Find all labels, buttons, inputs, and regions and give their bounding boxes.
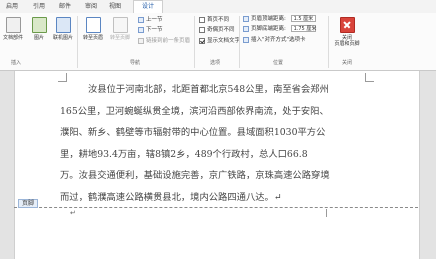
tab-references[interactable]: 引用: [33, 1, 45, 12]
tab-view[interactable]: 视图: [109, 1, 121, 12]
checkbox-checked-icon: [199, 37, 205, 44]
goto-header-button[interactable]: 转至页眉: [80, 17, 106, 41]
goto-footer-button[interactable]: 转至页脚: [107, 17, 133, 41]
header-distance-icon: [243, 15, 249, 22]
footer-distance-icon: [243, 25, 249, 32]
previous-icon: [138, 16, 144, 23]
online-picture-icon: [55, 17, 71, 33]
next-section-button[interactable]: 下一节: [138, 26, 163, 34]
alignment-tab-icon: [243, 36, 249, 43]
online-picture-button[interactable]: 联机图片: [52, 17, 74, 41]
header-top-distance: 页眉顶端距离: 1.5 厘米: [243, 15, 316, 23]
word-window: 启用 引用 邮件 审阅 视图 设计 文档部件 图片 联机图片 插入 转至页眉 转…: [0, 0, 436, 259]
previous-section-button[interactable]: 上一节: [138, 16, 163, 24]
close-header-footer-button[interactable]: 关闭 页眉和页脚: [332, 17, 362, 47]
group-label-options: 选项: [209, 60, 220, 66]
group-label-navigation: 导航: [129, 60, 140, 66]
group-divider: [194, 16, 195, 68]
group-divider: [239, 16, 240, 68]
body-line: 万。汝县交通便利，基础设施完善，京广铁路，京珠高速公路穿境: [60, 170, 330, 181]
footer-bottom-distance-input[interactable]: 1.75 厘米: [290, 25, 316, 32]
group-label-position: 位置: [272, 60, 283, 66]
tab-review[interactable]: 审阅: [85, 1, 97, 12]
tab-start[interactable]: 启用: [6, 1, 18, 12]
margin-corner-mark: [326, 209, 333, 217]
checkbox-icon: [199, 26, 205, 33]
header-top-distance-input[interactable]: 1.5 厘米: [290, 15, 316, 22]
group-divider: [77, 16, 78, 68]
footer-paragraph-mark[interactable]: ↵: [70, 209, 76, 217]
body-line: 濮阳、新乡、鹤壁等市辐射带的中心位置。县域面积1030平方公: [60, 127, 326, 138]
footer-boundary: [14, 207, 418, 208]
link-icon: [138, 37, 144, 44]
group-label-insert: 插入: [10, 60, 21, 66]
footer-label: 页脚: [18, 199, 39, 208]
body-line: 165公里，卫河蜿蜒纵贯全境，滨河沿西部依界南流，处于安阳、: [60, 105, 329, 117]
body-line: 汝县位于河南北部，北距首都北京548公里，南至省会郑州: [88, 84, 329, 95]
header-page-icon: [85, 17, 101, 33]
group-label-close: 关闭: [341, 60, 352, 66]
body-line: 而过，鹤濮高速公路横贯县北，境内公路四通八达。↵: [60, 191, 282, 203]
ribbon-tab-bar: 启用 引用 邮件 审阅 视图 设计: [0, 0, 436, 14]
link-to-previous-button[interactable]: 链接到前一条页眉: [138, 37, 190, 45]
body-paragraph[interactable]: 汝县位于河南北部，北距首都北京548公里，南至省会郑州 165公里，卫河蜿蜒纵贯…: [60, 79, 360, 208]
insert-alignment-tab-button[interactable]: 插入"对齐方式"选项卡: [243, 36, 306, 44]
margin-corner-mark: [365, 73, 374, 82]
picture-icon: [31, 17, 47, 33]
ribbon: 文档部件 图片 联机图片 插入 转至页眉 转至页脚 上一节 下一节 链接到前一条…: [0, 13, 436, 71]
close-icon: [339, 17, 355, 33]
body-line: 里，耕地93.4万亩，辖8镇2乡，489个行政村，总人口66.8: [60, 148, 308, 160]
tab-mailings[interactable]: 邮件: [59, 1, 71, 12]
next-icon: [138, 26, 144, 33]
different-first-page-checkbox[interactable]: 首页不同: [199, 16, 229, 24]
quick-parts-button[interactable]: 文档部件: [2, 17, 24, 41]
picture-button[interactable]: 图片: [28, 17, 50, 41]
different-odd-even-checkbox[interactable]: 奇偶页不同: [199, 26, 235, 34]
checkbox-icon: [199, 16, 205, 23]
tab-design[interactable]: 设计: [133, 0, 164, 14]
footer-page-icon: [112, 17, 128, 33]
quick-parts-icon: [5, 17, 21, 33]
show-document-text-checkbox[interactable]: 显示文档文字: [199, 37, 240, 45]
footer-bottom-distance: 页脚底端距离: 1.75 厘米: [243, 25, 316, 33]
group-divider: [328, 16, 329, 68]
